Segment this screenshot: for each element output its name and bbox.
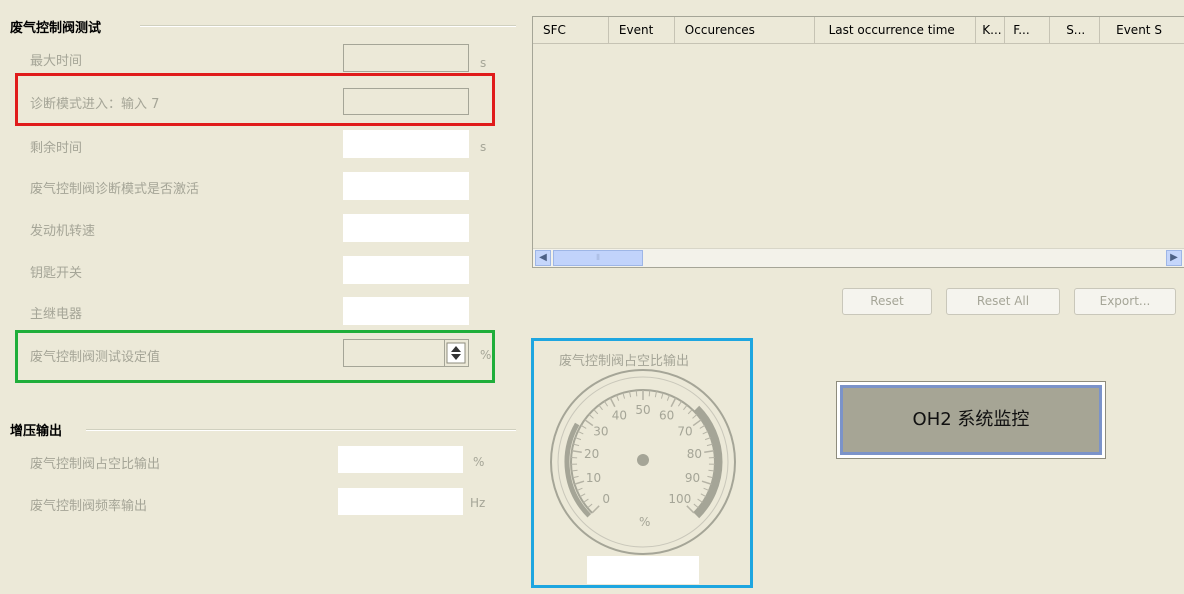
- export-button[interactable]: Export...: [1074, 288, 1176, 315]
- gauge-value-field: [587, 556, 699, 584]
- duty-cycle-gauge: 010 20 30 40 50 6070 80 90 100 %: [550, 369, 736, 555]
- scroll-right-icon[interactable]: ▶: [1166, 250, 1182, 266]
- group-title-wastegate-test: 废气控制阀测试: [10, 21, 102, 36]
- group-divider: [140, 25, 516, 27]
- max-time-label: 最大时间: [30, 54, 83, 69]
- scroll-left-icon[interactable]: ◀: [535, 250, 551, 266]
- col-header-event[interactable]: Event: [609, 17, 675, 43]
- gauge-tick-label: 10: [586, 471, 601, 485]
- gauge-minor-tick: [648, 390, 651, 397]
- remaining-time-unit: s: [480, 140, 487, 154]
- diag-mode-active-field: [343, 172, 469, 200]
- col-header-occurences[interactable]: Occurences: [675, 17, 815, 43]
- max-time-field: [343, 44, 469, 72]
- group-divider: [86, 429, 516, 431]
- highlight-red-box: [15, 73, 495, 126]
- reset-all-button[interactable]: Reset All: [946, 288, 1060, 315]
- gauge-tick-label: 80: [687, 447, 702, 461]
- gauge-tick-label: 100: [668, 492, 691, 506]
- max-time-unit: s: [480, 56, 487, 70]
- engine-speed-label: 发动机转速: [30, 224, 96, 239]
- remaining-time-field: [343, 130, 469, 158]
- gauge-needle-pivot: [637, 454, 649, 466]
- gauge-title: 废气控制阀占空比输出: [559, 354, 690, 369]
- scroll-thumb[interactable]: ⦀: [553, 250, 643, 266]
- gauge-tick-label: 90: [685, 471, 700, 485]
- main-relay-label: 主继电器: [30, 307, 83, 322]
- frequency-output-label: 废气控制阀频率输出: [30, 499, 148, 514]
- col-header-last-occurrence-time[interactable]: Last occurrence time: [815, 17, 977, 43]
- gauge-unit: %: [639, 515, 650, 529]
- frequency-output-unit: Hz: [470, 496, 486, 510]
- col-header-k[interactable]: K...: [976, 17, 1006, 43]
- horizontal-scrollbar[interactable]: ◀ ⦀ ▶: [533, 248, 1184, 267]
- group-title-boost-output: 增压输出: [10, 424, 63, 439]
- duty-cycle-output-label: 废气控制阀占空比输出: [30, 457, 161, 472]
- engine-speed-field: [343, 214, 469, 242]
- duty-cycle-output-field: [338, 446, 463, 473]
- duty-cycle-output-unit: %: [473, 455, 485, 469]
- gauge-minor-tick: [635, 390, 638, 397]
- gauge-tick-label: 70: [677, 424, 692, 438]
- reset-button[interactable]: Reset: [842, 288, 932, 315]
- remaining-time-label: 剩余时间: [30, 141, 83, 156]
- col-header-s[interactable]: S...: [1050, 17, 1101, 43]
- highlight-green-box: [15, 330, 495, 383]
- col-header-sfc[interactable]: SFC: [533, 17, 609, 43]
- grid-header: SFC Event Occurences Last occurrence tim…: [533, 17, 1184, 44]
- gauge-tick-label: 30: [593, 424, 608, 438]
- event-grid[interactable]: SFC Event Occurences Last occurrence tim…: [532, 16, 1184, 268]
- col-header-event-s[interactable]: Event S: [1100, 17, 1184, 43]
- col-header-f[interactable]: F...: [1005, 17, 1051, 43]
- diag-mode-active-label: 废气控制阀诊断模式是否激活: [30, 182, 200, 197]
- main-relay-field: [343, 297, 469, 325]
- gauge-tick-label: 40: [612, 409, 627, 423]
- key-switch-field: [343, 256, 469, 284]
- gauge-tick-label: 50: [635, 403, 650, 417]
- gauge-tick-label: 20: [584, 447, 599, 461]
- gauge-tick-label: 0: [602, 492, 610, 506]
- oh2-system-monitor-button[interactable]: OH2 系统监控: [836, 381, 1106, 459]
- frequency-output-field: [338, 488, 463, 515]
- key-switch-label: 钥匙开关: [30, 266, 83, 281]
- gauge-tick-label: 60: [659, 409, 674, 423]
